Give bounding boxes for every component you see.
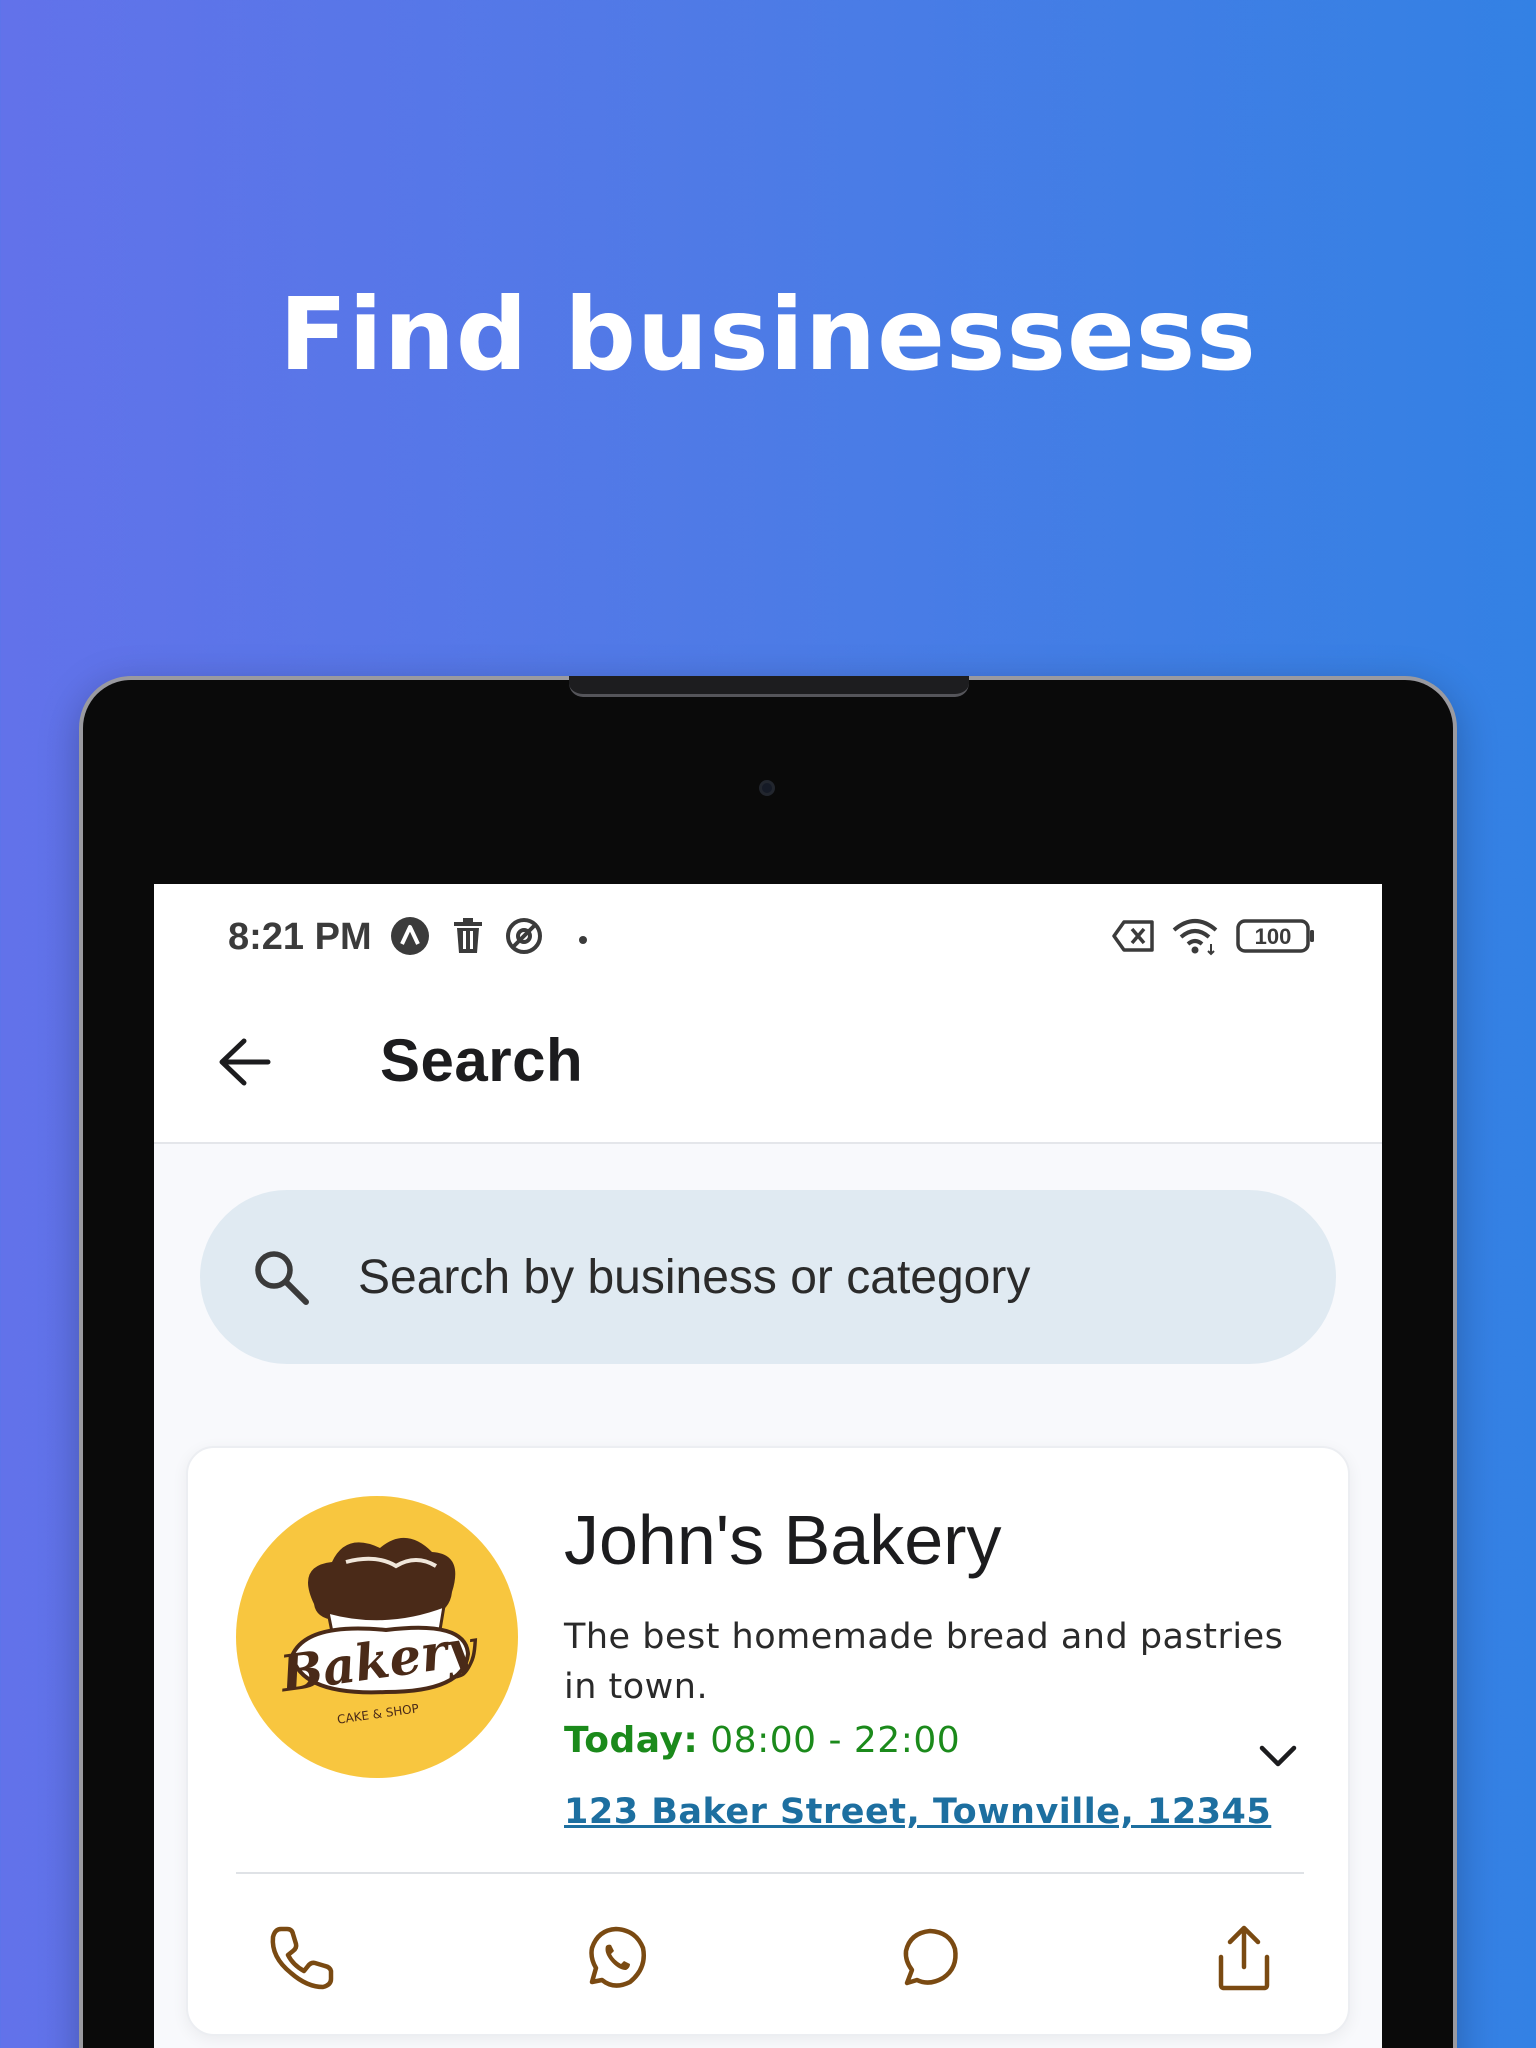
tablet-notch bbox=[569, 676, 969, 697]
search-bar[interactable] bbox=[200, 1190, 1336, 1364]
camera-icon bbox=[759, 780, 775, 796]
app-notification-icon bbox=[390, 916, 430, 960]
promo-headline: Find businessess bbox=[279, 276, 1257, 393]
business-hours: Today: 08:00 - 22:00 bbox=[564, 1720, 960, 1761]
business-card[interactable]: Bakery CAKE & SHOP John's Bakery The bes… bbox=[186, 1446, 1350, 2036]
call-button[interactable] bbox=[260, 1916, 344, 2000]
back-button[interactable] bbox=[206, 1024, 282, 1100]
hours-value: 08:00 - 22:00 bbox=[710, 1720, 961, 1761]
logo-subtext: CAKE & SHOP bbox=[336, 1701, 420, 1726]
phone-icon bbox=[270, 1926, 334, 1990]
trash-icon bbox=[450, 916, 486, 960]
message-icon bbox=[903, 1928, 958, 1986]
hours-label: Today: bbox=[564, 1720, 699, 1761]
battery-level: 100 bbox=[1255, 924, 1292, 949]
app-screen: 8:21 PM 100 Search Search by business or… bbox=[154, 884, 1382, 2048]
share-button[interactable] bbox=[1202, 1916, 1286, 2000]
wifi-icon bbox=[1170, 916, 1220, 960]
page-title: Search bbox=[380, 1027, 584, 1094]
whatsapp-button[interactable] bbox=[574, 1916, 658, 2000]
chevron-down-icon bbox=[1259, 1745, 1297, 1767]
dot-icon bbox=[578, 930, 588, 949]
status-time: 8:21 PM bbox=[228, 916, 372, 958]
expand-hours-button[interactable] bbox=[1252, 1730, 1304, 1782]
status-bar: 8:21 PM 100 bbox=[154, 884, 1382, 984]
no-sim-icon bbox=[1112, 916, 1156, 960]
business-name[interactable]: John's Bakery bbox=[564, 1500, 1001, 1580]
app-bar: Search bbox=[154, 984, 1382, 1144]
arrow-left-icon bbox=[219, 1038, 271, 1086]
search-input[interactable] bbox=[358, 1190, 1258, 1364]
at-sign-icon bbox=[504, 916, 544, 960]
battery-icon: 100 bbox=[1236, 918, 1316, 958]
share-icon bbox=[1218, 1925, 1270, 1991]
whatsapp-icon bbox=[589, 1926, 646, 1988]
business-description: The best homemade bread and pastries in … bbox=[564, 1617, 1284, 1707]
message-button[interactable] bbox=[888, 1916, 972, 2000]
business-address-link[interactable]: 123 Baker Street, Townville, 12345 bbox=[564, 1792, 1271, 1832]
business-logo: Bakery CAKE & SHOP bbox=[236, 1496, 518, 1778]
card-divider bbox=[236, 1872, 1304, 1874]
search-icon bbox=[250, 1246, 312, 1312]
